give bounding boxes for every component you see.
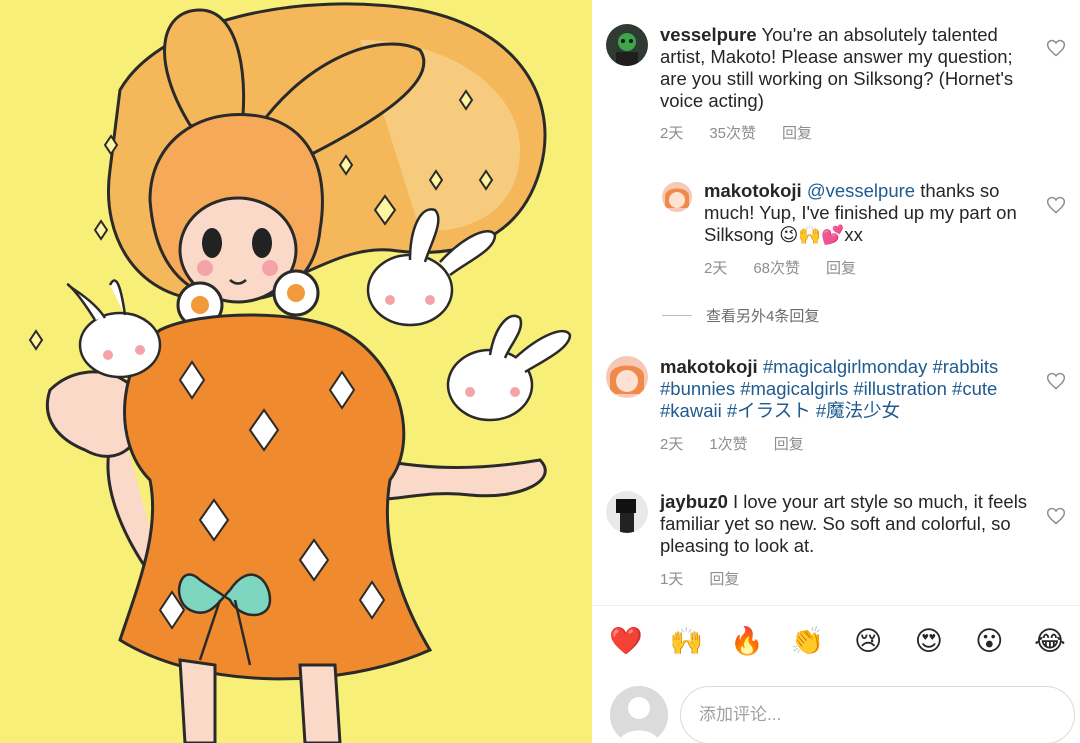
reply-button[interactable]: 回复 <box>782 122 812 143</box>
raising-hands-emoji-icon[interactable]: 🙌 <box>669 624 705 660</box>
reply-button[interactable]: 回复 <box>774 433 804 454</box>
avatar-jaybuz0-icon <box>606 491 648 533</box>
reply-button[interactable]: 回复 <box>826 257 856 278</box>
comment-meta: 2天 1次赞 回复 <box>660 433 804 454</box>
magical-girl-illustration <box>0 0 592 743</box>
view-more-replies-button[interactable]: 查看另外4条回复 <box>662 305 819 326</box>
mention-link[interactable]: @vesselpure <box>807 180 915 201</box>
comment-username[interactable]: vesselpure <box>660 24 757 45</box>
comment-username[interactable]: makotokoji <box>704 180 802 201</box>
comment-username[interactable]: jaybuz0 <box>660 491 728 512</box>
comment-username[interactable]: makotokoji <box>660 356 758 377</box>
comment-meta: 2天 35次赞 回复 <box>660 122 812 143</box>
comment-input[interactable] <box>680 686 1075 743</box>
comment-time[interactable]: 2天 <box>660 433 683 454</box>
comment-likes[interactable]: 1次赞 <box>709 433 747 454</box>
view-more-replies-label: 查看另外4条回复 <box>706 308 820 325</box>
avatar[interactable] <box>606 491 648 533</box>
like-heart-icon[interactable] <box>1046 506 1066 526</box>
fire-emoji-icon[interactable]: 🔥 <box>729 624 765 660</box>
reply-button[interactable]: 回复 <box>709 568 739 589</box>
avatar-vesselpure-icon <box>606 24 648 66</box>
like-heart-icon[interactable] <box>1046 371 1066 391</box>
post-artwork <box>0 0 592 743</box>
comment-body: makotokoji #magicalgirlmonday #rabbits #… <box>660 356 1040 422</box>
like-heart-icon[interactable] <box>1046 38 1066 58</box>
laughing-emoji-icon[interactable]: 😂 <box>1032 624 1068 660</box>
comments-panel: vesselpure You're an absolutely talented… <box>592 0 1080 743</box>
comment-meta: 1天 回复 <box>660 568 739 589</box>
clapping-emoji-icon[interactable]: 👏 <box>790 624 826 660</box>
avatar-makotokoji-icon <box>662 182 692 212</box>
current-user-avatar[interactable] <box>610 686 668 743</box>
crying-emoji-icon[interactable]: 😢 <box>850 624 886 660</box>
avatar[interactable] <box>662 182 692 212</box>
comment-likes[interactable]: 35次赞 <box>709 122 756 143</box>
comment-composer <box>610 686 1080 743</box>
heart-eyes-emoji-icon[interactable]: 😍 <box>911 624 947 660</box>
divider <box>592 605 1080 606</box>
comment-body: vesselpure You're an absolutely talented… <box>660 24 1040 112</box>
comment-body: makotokoji @vesselpure thanks so much! Y… <box>704 180 1036 246</box>
like-heart-icon[interactable] <box>1046 195 1066 215</box>
emoji-quick-bar: ❤️ 🙌 🔥 👏 😢 😍 😮 😂 <box>608 624 1068 660</box>
avatar[interactable] <box>606 356 648 398</box>
default-user-icon <box>610 686 668 743</box>
avatar[interactable] <box>606 24 648 66</box>
comment-time[interactable]: 2天 <box>660 122 683 143</box>
comment-meta: 2天 68次赞 回复 <box>704 257 856 278</box>
surprised-emoji-icon[interactable]: 😮 <box>971 624 1007 660</box>
divider <box>662 315 692 316</box>
avatar-makotokoji-icon <box>606 356 648 398</box>
comment-time[interactable]: 1天 <box>660 568 683 589</box>
heart-emoji-icon[interactable]: ❤️ <box>608 624 644 660</box>
comment-time[interactable]: 2天 <box>704 257 727 278</box>
comment-likes[interactable]: 68次赞 <box>753 257 800 278</box>
comment-body: jaybuz0 I love your art style so much, i… <box>660 491 1040 557</box>
